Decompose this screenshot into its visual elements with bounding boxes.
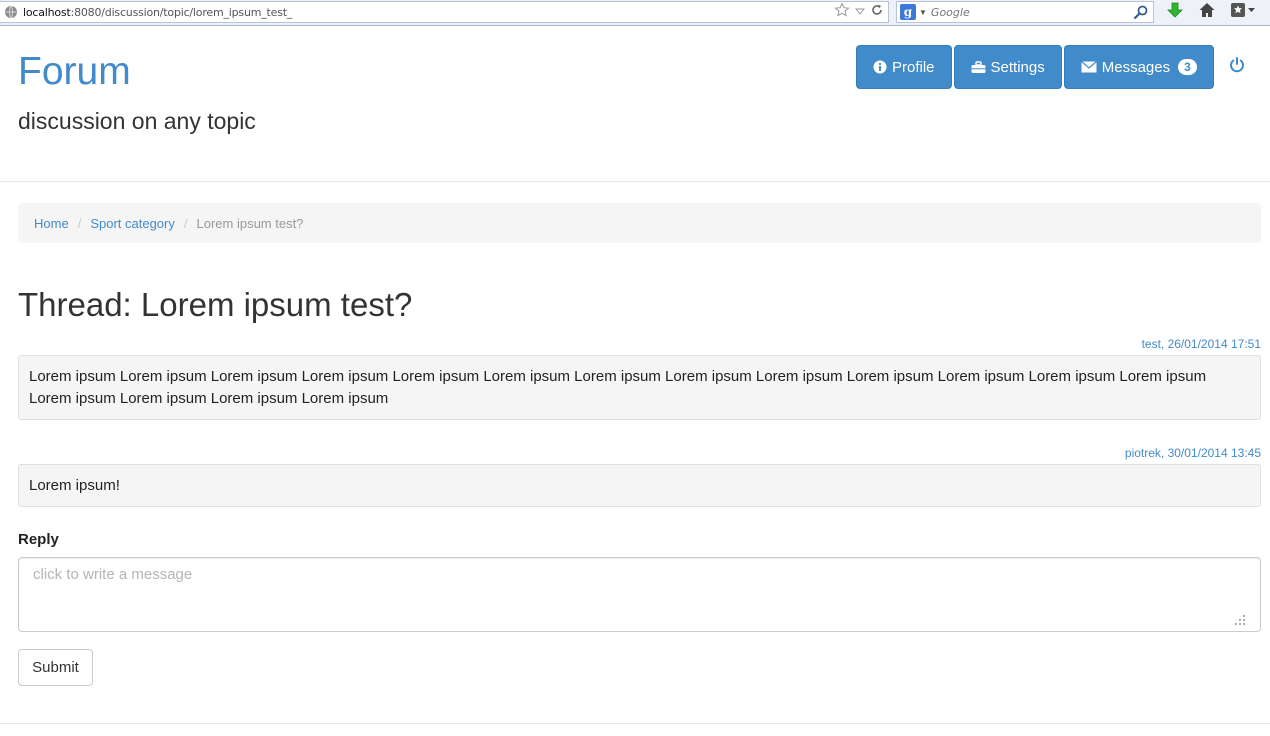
breadcrumb-current: Lorem ipsum test? xyxy=(196,215,304,231)
power-icon[interactable] xyxy=(1228,56,1246,74)
bookmarks-menu-icon[interactable] xyxy=(1230,1,1256,24)
resize-grip-icon[interactable] xyxy=(1234,613,1246,625)
breadcrumb-separator: / xyxy=(77,215,82,231)
download-arrow-icon[interactable] xyxy=(1166,1,1184,24)
home-icon[interactable] xyxy=(1198,1,1216,24)
site-subtitle: discussion on any topic xyxy=(18,108,256,134)
briefcase-icon xyxy=(971,60,986,74)
breadcrumb-separator: / xyxy=(183,215,188,231)
site-title[interactable]: Forum xyxy=(18,50,131,94)
url-text[interactable]: localhost:8080/discussion/topic/lorem_ip… xyxy=(23,6,292,19)
post-body: Lorem ipsum Lorem ipsum Lorem ipsum Lore… xyxy=(18,355,1261,420)
info-icon xyxy=(873,60,887,74)
reply-label: Reply xyxy=(18,531,59,548)
breadcrumb: Home / Sport category / Lorem ipsum test… xyxy=(18,203,1261,243)
settings-button[interactable]: Settings xyxy=(953,45,1062,89)
thread-title: Thread: Lorem ipsum test? xyxy=(18,286,413,323)
post-meta[interactable]: piotrek, 30/01/2014 13:45 xyxy=(1125,446,1261,460)
profile-button[interactable]: Profile xyxy=(856,45,952,89)
search-icon[interactable] xyxy=(1133,4,1149,25)
envelope-icon xyxy=(1080,61,1097,73)
settings-button-label: Settings xyxy=(990,58,1045,76)
post-meta[interactable]: test, 26/01/2014 17:51 xyxy=(1142,337,1261,351)
breadcrumb-category[interactable]: Sport category xyxy=(90,216,175,231)
google-logo-icon[interactable]: g xyxy=(900,4,916,20)
reply-textarea[interactable] xyxy=(18,557,1261,632)
footer-divider xyxy=(0,723,1270,724)
globe-icon xyxy=(4,5,18,19)
history-dropdown-icon[interactable] xyxy=(854,3,866,21)
messages-button[interactable]: Messages 3 xyxy=(1063,45,1214,89)
profile-button-label: Profile xyxy=(892,58,935,76)
browser-toolbar: localhost:8080/discussion/topic/lorem_ip… xyxy=(0,0,1270,26)
reload-icon[interactable] xyxy=(870,3,884,22)
messages-button-label: Messages xyxy=(1101,58,1171,76)
address-bar[interactable]: localhost:8080/discussion/topic/lorem_ip… xyxy=(0,1,889,23)
bookmark-star-icon[interactable] xyxy=(834,1,850,23)
top-nav: Profile Settings Messages 3 xyxy=(856,45,1214,89)
messages-count-badge: 3 xyxy=(1178,59,1197,75)
search-engine-caret-icon[interactable]: ▼ xyxy=(919,8,927,17)
post-body: Lorem ipsum! xyxy=(18,464,1261,507)
header-divider xyxy=(0,181,1270,182)
url-path: :8080/discussion/topic/lorem_ipsum_test_ xyxy=(70,5,293,19)
browser-search-input[interactable] xyxy=(930,5,1126,19)
breadcrumb-home[interactable]: Home xyxy=(34,216,69,231)
browser-search-box[interactable]: g ▼ xyxy=(896,1,1154,23)
submit-button[interactable]: Submit xyxy=(18,649,93,686)
url-host: localhost xyxy=(23,5,71,19)
